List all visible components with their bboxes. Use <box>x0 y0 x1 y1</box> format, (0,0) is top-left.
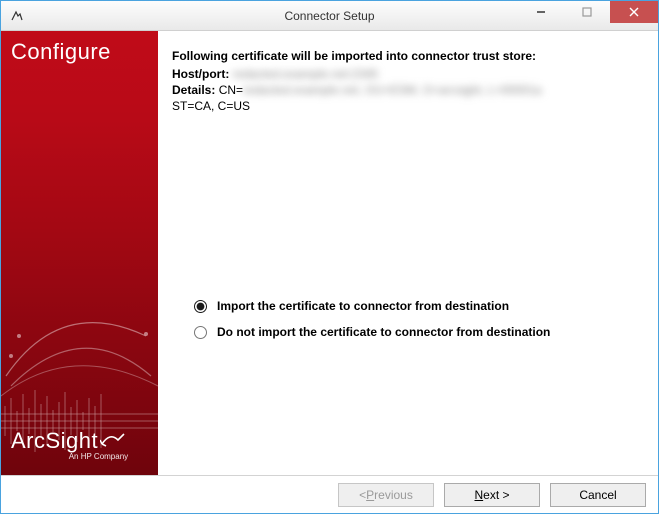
hostport-line: Host/port: redacted.example.net:2345 <box>172 67 640 81</box>
hostport-label: Host/port: <box>172 67 229 81</box>
details-value: redacted.example.net, OU=ESM, O=arcsight… <box>243 83 542 97</box>
import-options: Import the certificate to connector from… <box>172 299 640 339</box>
details-label: Details: <box>172 83 215 97</box>
previous-button: < Previous <box>338 483 434 507</box>
brand-logo: ArcSight An HP Company <box>11 428 128 461</box>
radio-no-import[interactable] <box>194 326 207 339</box>
brand-glyph <box>98 428 128 454</box>
brand-tagline: An HP Company <box>11 452 128 461</box>
option-no-import[interactable]: Do not import the certificate to connect… <box>172 325 640 339</box>
app-icon <box>9 8 25 24</box>
brand-text: ArcSight <box>11 428 98 454</box>
details-cn-prefix: CN= <box>219 83 243 97</box>
cert-heading: Following certificate will be imported i… <box>172 49 640 63</box>
cancel-button[interactable]: Cancel <box>550 483 646 507</box>
option-import[interactable]: Import the certificate to connector from… <box>172 299 640 313</box>
main-panel: Following certificate will be imported i… <box>158 31 658 475</box>
titlebar: Connector Setup <box>1 1 658 31</box>
details-tail: ST=CA, C=US <box>172 99 640 113</box>
option-no-import-label: Do not import the certificate to connect… <box>217 325 550 339</box>
sidebar: Configure <box>1 31 158 475</box>
wizard-footer: < Previous Next > Cancel <box>1 475 658 513</box>
next-button[interactable]: Next > <box>444 483 540 507</box>
window-controls <box>518 1 658 30</box>
hostport-value: redacted.example.net:2345 <box>233 67 378 81</box>
content-area: Configure <box>1 31 658 475</box>
option-import-label: Import the certificate to connector from… <box>217 299 509 313</box>
radio-import[interactable] <box>194 300 207 313</box>
details-line: Details: CN=redacted.example.net, OU=ESM… <box>172 83 640 97</box>
close-button[interactable] <box>610 1 658 23</box>
sidebar-title: Configure <box>1 31 158 65</box>
maximize-button[interactable] <box>564 1 610 23</box>
minimize-button[interactable] <box>518 1 564 23</box>
